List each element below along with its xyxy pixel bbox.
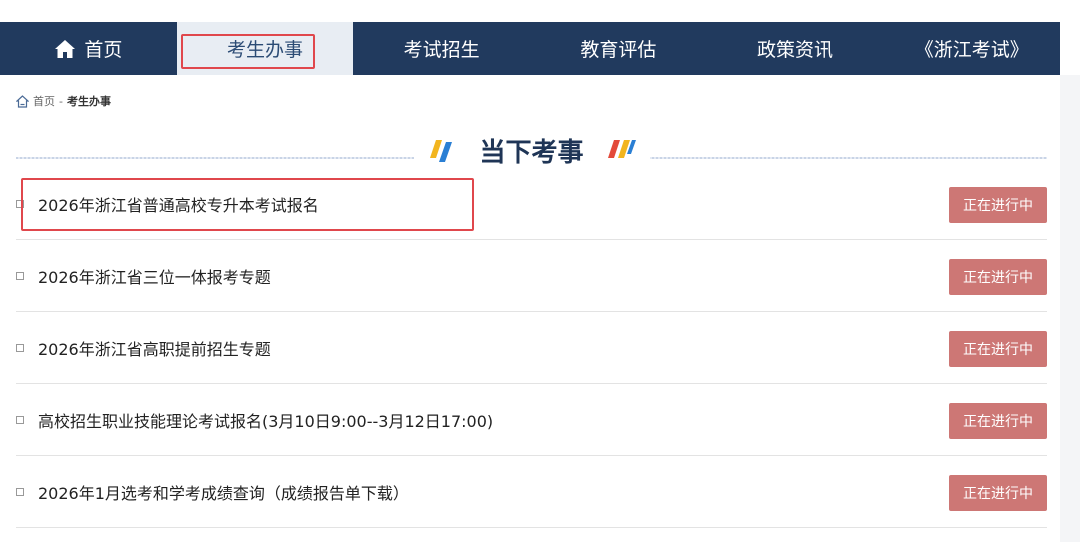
section-header: 当下考事 (16, 130, 1047, 170)
square-bullet-icon (16, 343, 24, 352)
nav-label: 《浙江考试》 (914, 39, 1029, 61)
list-item-link[interactable]: 2026年浙江省高职提前招生专题 (38, 336, 271, 360)
home-icon (55, 39, 76, 58)
nav-item-home[interactable]: 首页 (0, 22, 177, 75)
section-title-wrap: 当下考事 (413, 130, 650, 170)
slash-stripes-icon (429, 140, 452, 162)
square-bullet-icon (16, 487, 24, 496)
nav-item-education-evaluation[interactable]: 教育评估 (530, 22, 707, 75)
square-bullet-icon (16, 415, 24, 424)
nav-label: 教育评估 (580, 39, 657, 61)
breadcrumb-separator: - (59, 94, 63, 108)
nav-item-policy-news[interactable]: 政策资讯 (707, 22, 884, 75)
list-item-link[interactable]: 2026年浙江省三位一体报考专题 (38, 264, 271, 288)
list-item-link[interactable]: 2026年1月选考和学考成绩查询（成绩报告单下载） (38, 480, 409, 504)
top-spacer (0, 0, 1080, 22)
status-button[interactable]: 正在进行中 (949, 475, 1047, 511)
breadcrumb: 首页 - 考生办事 (16, 93, 111, 109)
list-item: 2026年浙江省三位一体报考专题 正在进行中 (16, 240, 1047, 312)
section-title: 当下考事 (479, 137, 584, 168)
slash-stripes-icon (607, 140, 636, 158)
breadcrumb-current: 考生办事 (66, 95, 111, 108)
nav-item-exam-admission[interactable]: 考试招生 (353, 22, 530, 75)
breadcrumb-home-link[interactable]: 首页 (33, 93, 55, 109)
list-item-link[interactable]: 高校招生职业技能理论考试报名(3月10日9:00--3月12日17:00) (38, 408, 493, 432)
highlight-box (21, 178, 474, 231)
status-button[interactable]: 正在进行中 (949, 259, 1047, 295)
highlight-box (180, 34, 315, 69)
nav-label: 考试招生 (403, 39, 480, 61)
nav-item-zhejiang-exam-magazine[interactable]: 《浙江考试》 (883, 22, 1060, 75)
scrollbar[interactable] (1060, 75, 1080, 542)
current-exam-list: 2026年浙江省普通高校专升本考试报名 正在进行中 2026年浙江省三位一体报考… (16, 168, 1047, 528)
status-button[interactable]: 正在进行中 (949, 403, 1047, 439)
list-item: 2026年浙江省普通高校专升本考试报名 正在进行中 (16, 168, 1047, 240)
square-bullet-icon (16, 271, 24, 280)
list-item: 2026年浙江省高职提前招生专题 正在进行中 (16, 312, 1047, 384)
list-item: 2026年1月选考和学考成绩查询（成绩报告单下载） 正在进行中 (16, 456, 1047, 528)
nav-item-candidate-services[interactable]: 考生办事 (176, 22, 354, 75)
home-outline-icon (16, 94, 29, 108)
status-button[interactable]: 正在进行中 (949, 331, 1047, 367)
nav-label: 政策资讯 (757, 39, 834, 61)
main-nav: 首页 考生办事 考试招生 教育评估 政策资讯 《浙江考试》 (0, 22, 1060, 75)
nav-home-label: 首页 (84, 39, 123, 61)
list-item: 高校招生职业技能理论考试报名(3月10日9:00--3月12日17:00) 正在… (16, 384, 1047, 456)
status-button[interactable]: 正在进行中 (949, 187, 1047, 223)
